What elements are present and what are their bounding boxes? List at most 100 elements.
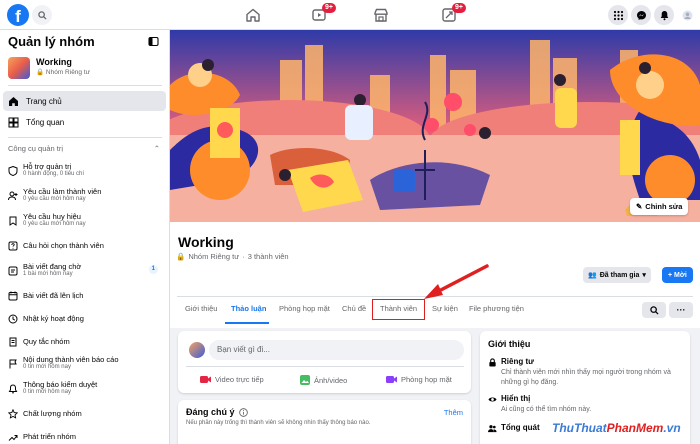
info-icon[interactable] <box>238 407 248 417</box>
group-privacy-text[interactable]: Nhóm Riêng tư <box>188 252 239 261</box>
photo-video-label: Ảnh/video <box>314 375 348 385</box>
top-navigation-bar: f 9+ 9+ <box>0 0 700 30</box>
lock-icon <box>489 358 496 367</box>
more-options-button[interactable]: ··· <box>669 302 693 318</box>
tool-label: Bài viết đang chờ <box>23 262 82 271</box>
sidebar-item-group-quality[interactable]: Chất lượng nhóm <box>3 405 166 425</box>
sidebar-item-membership-questions[interactable]: Câu hỏi chọn thành viên <box>3 237 166 257</box>
tool-sub: 0 hành động, 0 tiêu chí <box>23 171 85 177</box>
tab-marketplace[interactable] <box>356 0 406 30</box>
tab-topics[interactable]: Chủ đề <box>342 304 366 313</box>
sidebar-item-member-requests[interactable]: Yêu cầu làm thành viên 0 yêu cầu mới hôm… <box>3 187 166 207</box>
about-visible-desc: Ai cũng có thể tìm nhóm này. <box>501 406 592 413</box>
tab-home[interactable] <box>228 0 278 30</box>
caret-down-icon: ▾ <box>642 272 646 279</box>
admin-tools-title: Công cụ quản trị <box>8 144 64 153</box>
sidebar-item-pending-posts[interactable]: Bài viết đang chờ 1 bài mới hôm nay 1 <box>3 262 166 282</box>
edit-cover-label: Chỉnh sửa <box>645 202 683 211</box>
tool-label: Quy tắc nhóm <box>23 337 70 346</box>
messenger-button[interactable] <box>631 5 651 25</box>
group-thumbnail <box>8 57 30 79</box>
post-input[interactable]: Bạn viết gì đi... <box>209 340 464 360</box>
joined-button[interactable]: 👥 Đã tham gia ▾ <box>583 267 651 283</box>
group-identity[interactable]: Working 🔒 Nhóm Riêng tư <box>8 57 163 79</box>
about-general-title: Tổng quát <box>501 423 540 432</box>
tool-sub: 1 bài mới hôm nay <box>23 271 73 277</box>
watermark: ThuThuatPhanMem.vn <box>552 421 681 435</box>
marketplace-icon <box>374 8 388 22</box>
tool-label: Nhật ký hoạt động <box>23 314 84 323</box>
facebook-logo[interactable]: f <box>7 4 29 26</box>
tool-label: Thông báo kiểm duyệt <box>23 380 98 389</box>
question-icon <box>8 241 18 251</box>
create-room-button[interactable]: Phòng họp mặt <box>386 375 452 384</box>
search-icon <box>649 305 659 315</box>
group-icon: 👥 <box>588 272 597 279</box>
menu-button[interactable] <box>608 5 628 25</box>
rules-icon <box>9 337 17 347</box>
sidebar-item-group-growth[interactable]: Phát triển nhóm <box>3 428 166 444</box>
tab-rooms[interactable]: Phòng họp mặt <box>279 304 330 313</box>
invite-button[interactable]: + Mời <box>662 267 693 283</box>
divider <box>8 85 162 86</box>
composer-divider <box>186 366 464 367</box>
more-dots-icon: ··· <box>676 305 686 315</box>
lock-icon: 🔒 <box>176 252 186 261</box>
sidebar-item-admin-assist[interactable]: Hỗ trợ quản trị 0 hành động, 0 tiêu chí <box>3 162 166 182</box>
search-button[interactable] <box>32 5 52 25</box>
tab-events[interactable]: Sự kiện <box>432 304 458 313</box>
sidebar-item-badge-requests[interactable]: Yêu cầu huy hiệu 0 yêu cầu mới hôm nay <box>3 212 166 232</box>
joined-label: Đã tham gia <box>599 271 640 279</box>
sidebar-item-activity-log[interactable]: Nhật ký hoạt động <box>3 310 166 330</box>
members-tab-highlight <box>372 299 425 320</box>
featured-title: Đáng chú ý <box>186 407 235 417</box>
menu-grid-icon <box>613 10 623 20</box>
meta-separator: · <box>242 252 245 261</box>
group-search-button[interactable] <box>642 302 666 318</box>
live-video-icon <box>200 376 211 383</box>
sidebar-item-home[interactable]: Trang chủ <box>3 91 166 111</box>
chevron-up-icon: ⌃ <box>153 144 160 153</box>
bell-icon <box>660 10 668 20</box>
edit-cover-button[interactable]: ✎ Chỉnh sửa <box>630 198 689 215</box>
watermark-text-2: PhanMem <box>606 421 664 435</box>
eye-icon <box>488 397 497 402</box>
tab-gaming[interactable]: 9+ <box>424 0 474 30</box>
account-icon <box>682 10 692 20</box>
collapse-sidebar-button[interactable] <box>146 34 160 48</box>
tab-about[interactable]: Giới thiệu <box>185 304 217 313</box>
sidebar-item-moderation-alerts[interactable]: Thông báo kiểm duyệt 0 tin mới hôm nay <box>3 380 166 400</box>
tool-label: Nội dung thành viên báo cáo <box>23 355 119 364</box>
account-button[interactable] <box>677 5 697 25</box>
tool-label: Hỗ trợ quản trị <box>23 162 72 171</box>
sidebar-item-scheduled-posts[interactable]: Bài viết đã lên lịch <box>3 287 166 307</box>
tool-label: Chất lượng nhóm <box>23 409 82 418</box>
tab-video[interactable]: 9+ <box>294 0 344 30</box>
sidebar-item-overview[interactable]: Tổng quan <box>3 112 166 132</box>
tab-discussion[interactable]: Thảo luận <box>231 304 266 313</box>
tool-sub: 0 yêu cầu mới hôm nay <box>23 196 86 202</box>
group-members-count[interactable]: 3 thành viên <box>248 252 289 261</box>
divider <box>8 137 162 138</box>
quality-icon <box>8 409 18 419</box>
group-privacy-label: Nhóm Riêng tư <box>45 69 90 76</box>
featured-more-link[interactable]: Thêm <box>444 408 463 417</box>
live-video-label: Video trực tiếp <box>215 375 264 384</box>
sidebar-item-group-rules[interactable]: Quy tắc nhóm <box>3 333 166 353</box>
watermark-text-1: ThuThuat <box>552 421 607 435</box>
sidebar-item-member-reported[interactable]: Nội dung thành viên báo cáo 0 tin mới hô… <box>3 355 166 375</box>
group-name: Working <box>36 57 72 67</box>
admin-tools-header[interactable]: Công cụ quản trị ⌃ <box>8 144 162 153</box>
sidebar-toggle-icon <box>147 36 159 46</box>
pending-post-icon <box>8 266 18 276</box>
notifications-button[interactable] <box>654 5 674 25</box>
photo-video-button[interactable]: Ảnh/video <box>300 375 347 385</box>
tab-media[interactable]: File phương tiện <box>469 304 524 313</box>
about-visible-title: Hiển thị <box>501 394 531 403</box>
tool-sub: 0 tin mới hôm nay <box>23 364 71 370</box>
photo-icon <box>300 375 310 385</box>
tool-sub: 0 tin mới hôm nay <box>23 389 71 395</box>
live-video-button[interactable]: Video trực tiếp <box>200 375 264 384</box>
active-tab-indicator <box>225 322 269 324</box>
tool-label: Bài viết đã lên lịch <box>23 291 84 300</box>
